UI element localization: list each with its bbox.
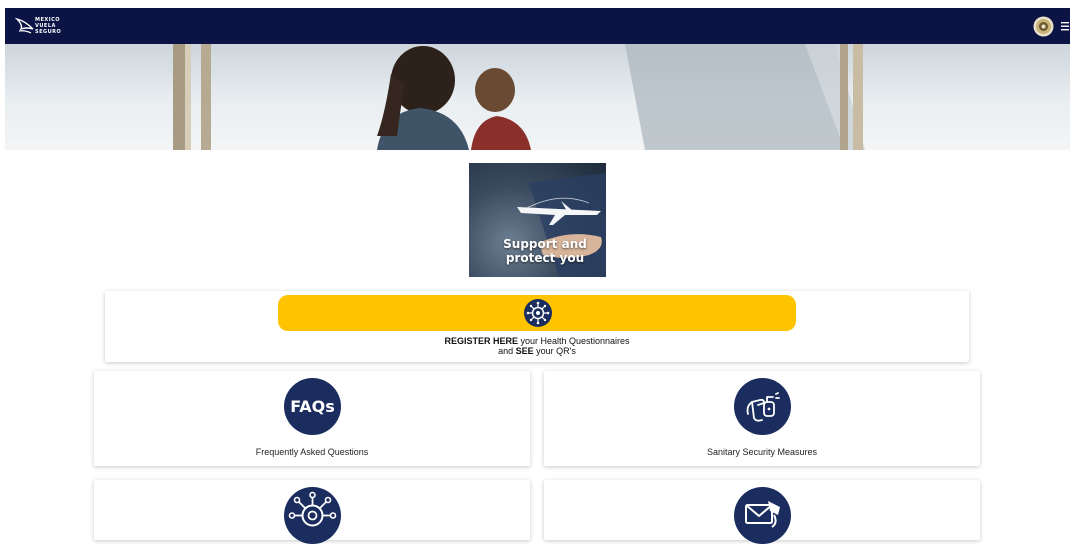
register-text-1: your Health Questionnaires xyxy=(517,336,630,346)
register-text-line-1: REGISTER HERE your Health Questionnaires xyxy=(105,336,969,346)
hamburger-menu-icon[interactable] xyxy=(1061,20,1069,32)
top-navigation-bar: MEXICO VUELA SEGURO xyxy=(5,8,1070,44)
seal-icon[interactable] xyxy=(1033,16,1054,37)
contact-card[interactable] xyxy=(544,480,980,544)
register-text-line-2: and SEE your QR's xyxy=(105,346,969,356)
promo-caption: Support and protect you xyxy=(495,237,595,265)
hero-banner-image xyxy=(5,44,1070,150)
faqs-icon-text: FAQs xyxy=(290,397,335,416)
register-button[interactable] xyxy=(278,295,796,331)
sanitary-measures-label: Sanitary Security Measures xyxy=(706,447,818,457)
register-card: REGISTER HERE your Health Questionnaires… xyxy=(105,291,969,362)
promo-caption-line-1: Support and xyxy=(503,237,587,251)
promo-caption-line-2: protect you xyxy=(505,251,585,265)
virus-icon xyxy=(284,487,341,544)
register-text-2b: your QR's xyxy=(533,346,576,356)
envelope-icon xyxy=(734,487,791,544)
faqs-icon: FAQs xyxy=(284,378,341,435)
register-text-2a: and xyxy=(498,346,516,356)
mexico-vuela-seguro-logo[interactable]: MEXICO VUELA SEGURO xyxy=(15,15,61,37)
sanitary-measures-card[interactable]: Sanitary Security Measures xyxy=(544,371,980,466)
virus-icon xyxy=(524,299,552,327)
see-strong[interactable]: SEE xyxy=(516,346,534,356)
register-here-strong[interactable]: REGISTER HERE xyxy=(444,336,518,346)
health-card[interactable] xyxy=(94,480,530,544)
promo-support-image[interactable]: Support and protect you xyxy=(469,163,606,277)
register-instructions: REGISTER HERE your Health Questionnaires… xyxy=(105,336,969,356)
hand-sanitizer-icon xyxy=(734,378,791,435)
faqs-label: Frequently Asked Questions xyxy=(255,447,369,457)
logo-text: MEXICO VUELA SEGURO xyxy=(35,17,61,35)
logo-wing-icon xyxy=(15,17,34,34)
faqs-card[interactable]: FAQs Frequently Asked Questions xyxy=(94,371,530,466)
hero-photo xyxy=(173,44,865,150)
logo-line-3: SEGURO xyxy=(35,29,62,35)
